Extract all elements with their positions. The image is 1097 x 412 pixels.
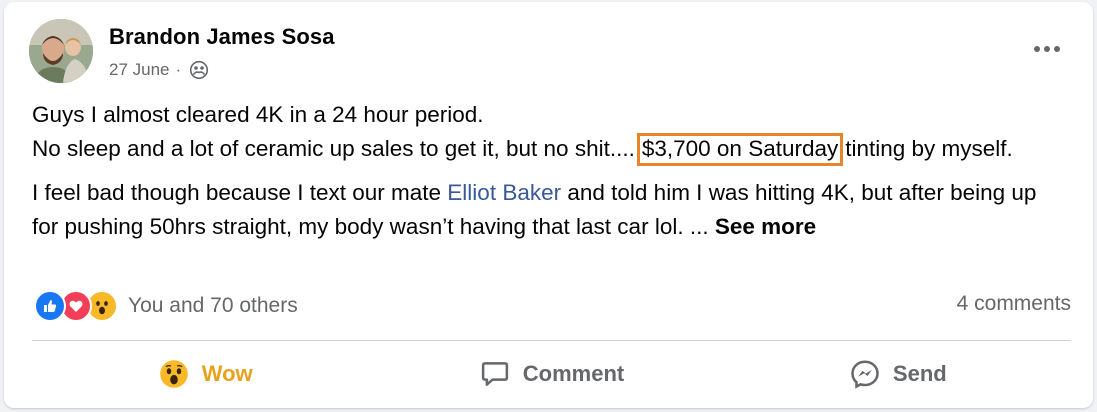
post-paragraph-2: I feel bad though because I text our mat… bbox=[32, 176, 1062, 244]
avatar[interactable] bbox=[29, 19, 93, 83]
text-line-1: Guys I almost cleared 4K in a 24 hour pe… bbox=[32, 102, 484, 127]
post-text: Guys I almost cleared 4K in a 24 hour pe… bbox=[32, 98, 1062, 244]
send-button[interactable]: Send bbox=[725, 350, 1071, 398]
more-options-button[interactable] bbox=[1029, 34, 1065, 64]
dot-icon bbox=[1034, 46, 1040, 52]
highlighted-amount: $3,700 on Saturday bbox=[636, 133, 844, 166]
comment-label: Comment bbox=[522, 361, 625, 386]
comment-button[interactable]: Comment bbox=[378, 350, 724, 398]
dot-icon bbox=[1044, 46, 1050, 52]
reaction-summary[interactable]: You and 70 others bbox=[34, 290, 298, 322]
like-reaction-icon bbox=[34, 290, 66, 322]
see-more-link[interactable]: See more bbox=[715, 214, 816, 239]
wow-label: Wow bbox=[201, 361, 253, 386]
reaction-count-label[interactable]: You and 70 others bbox=[128, 294, 298, 318]
mention-link[interactable]: Elliot Baker bbox=[447, 180, 561, 205]
dot-icon bbox=[1054, 46, 1060, 52]
para2-text-a: I feel bad though because I text our mat… bbox=[32, 180, 442, 205]
wow-icon bbox=[158, 358, 190, 390]
comment-icon bbox=[479, 358, 511, 390]
messenger-icon bbox=[849, 358, 881, 390]
avatar-photo bbox=[29, 19, 93, 83]
action-bar: Wow Comment Send bbox=[32, 350, 1071, 398]
wow-reaction-button[interactable]: Wow bbox=[32, 350, 378, 398]
meta-separator: · bbox=[175, 60, 182, 79]
action-divider bbox=[32, 340, 1071, 341]
author-name[interactable]: Brandon James Sosa bbox=[109, 24, 335, 50]
friends-icon[interactable] bbox=[189, 60, 209, 80]
post-paragraph-1: Guys I almost cleared 4K in a 24 hour pe… bbox=[32, 98, 1062, 166]
post-date[interactable]: 27 June bbox=[109, 60, 170, 80]
text-line-2b: tinting by myself. bbox=[845, 136, 1013, 161]
send-label: Send bbox=[892, 361, 947, 386]
text-line-2a: No sleep and a lot of ceramic up sales t… bbox=[32, 136, 635, 161]
post-meta: 27 June · bbox=[109, 60, 209, 80]
comment-count[interactable]: 4 comments bbox=[957, 292, 1071, 316]
post-card: Brandon James Sosa 27 June · Guys I almo… bbox=[4, 2, 1093, 408]
